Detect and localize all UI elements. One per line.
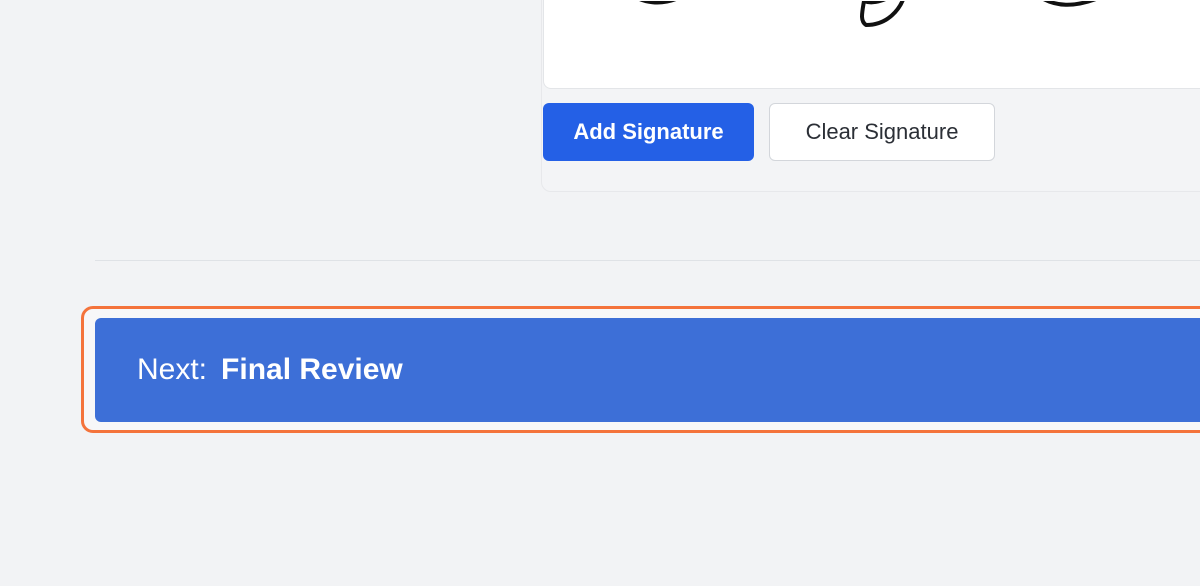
section-divider: [95, 260, 1200, 261]
next-step-prefix: Next:: [137, 353, 208, 386]
add-signature-button[interactable]: Add Signature: [543, 103, 754, 161]
next-step-title: Final Review: [221, 353, 403, 386]
next-step-button[interactable]: Next: Final Review: [95, 318, 1200, 422]
signature-drawing: [639, 1, 1097, 27]
clear-signature-button[interactable]: Clear Signature: [769, 103, 995, 161]
signature-pad[interactable]: [543, 0, 1200, 89]
